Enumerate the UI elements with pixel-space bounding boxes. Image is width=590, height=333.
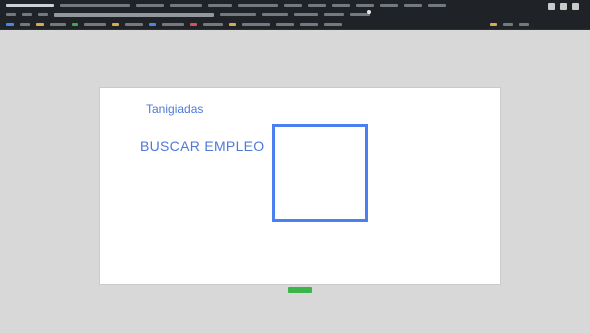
bookmark-icon[interactable]: [229, 23, 236, 26]
content-canvas: Tanigiadas BUSCAR EMPLEO: [100, 88, 500, 284]
headline: BUSCAR EMPLEO: [140, 138, 265, 154]
bookmarks-bar: [0, 20, 590, 29]
bookmark-icon[interactable]: [149, 23, 156, 26]
tab[interactable]: [356, 4, 374, 7]
tab[interactable]: [332, 4, 350, 7]
tab[interactable]: [284, 4, 302, 7]
tab[interactable]: [308, 4, 326, 7]
tab[interactable]: [238, 4, 278, 7]
bookmark[interactable]: [50, 23, 66, 26]
slide-caption: [0, 76, 590, 86]
bookmark-icon[interactable]: [36, 23, 44, 26]
bookmark[interactable]: [162, 23, 184, 26]
toolbar-item[interactable]: [262, 13, 288, 16]
bookmark[interactable]: [242, 23, 270, 26]
tab[interactable]: [6, 4, 54, 7]
bookmark[interactable]: [276, 23, 294, 26]
tab[interactable]: [380, 4, 398, 7]
window-minimize-button[interactable]: [548, 3, 555, 10]
address-suffix: [220, 13, 256, 16]
forward-button[interactable]: [22, 13, 32, 16]
tab[interactable]: [208, 4, 232, 7]
address-bar[interactable]: [54, 12, 214, 17]
bookmark-icon[interactable]: [190, 23, 197, 26]
tab[interactable]: [60, 4, 130, 7]
tab[interactable]: [404, 4, 422, 7]
bookmark-icon[interactable]: [112, 23, 119, 26]
recording-indicator-icon: [367, 10, 371, 14]
extension-icon[interactable]: [490, 23, 497, 26]
tab[interactable]: [428, 4, 446, 7]
brand-title: Tanigiadas: [146, 102, 204, 116]
toolbar-item[interactable]: [324, 13, 344, 16]
bookmark[interactable]: [20, 23, 30, 26]
bookmark[interactable]: [300, 23, 318, 26]
bookmark[interactable]: [324, 23, 342, 26]
extension-item[interactable]: [519, 23, 529, 26]
bookmark[interactable]: [203, 23, 223, 26]
bookmark[interactable]: [84, 23, 106, 26]
extension-item[interactable]: [503, 23, 513, 26]
image-frame: [272, 124, 368, 222]
bookmark-icon[interactable]: [6, 23, 14, 26]
bookmark[interactable]: [125, 23, 143, 26]
bookmark-icon[interactable]: [72, 23, 78, 26]
tab-strip: [0, 1, 590, 10]
tab[interactable]: [136, 4, 164, 7]
address-bar-row: [0, 10, 590, 19]
window-close-button[interactable]: [572, 3, 579, 10]
browser-chrome: [0, 0, 590, 30]
window-maximize-button[interactable]: [560, 3, 567, 10]
reload-button[interactable]: [38, 13, 48, 16]
back-button[interactable]: [6, 13, 16, 16]
toolbar-item[interactable]: [294, 13, 318, 16]
tab[interactable]: [170, 4, 202, 7]
primary-action-button[interactable]: [288, 287, 312, 293]
